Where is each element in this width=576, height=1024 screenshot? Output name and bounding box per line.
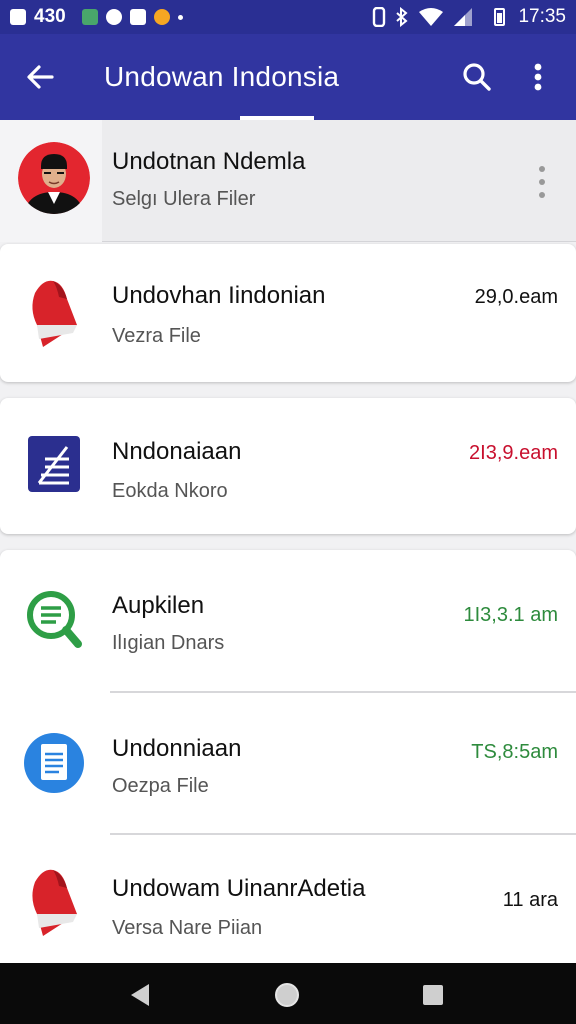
system-nav-bar [0,963,576,1024]
contact-name: Undotnan Ndemla [112,148,306,175]
app-bar: Undowan Indonsia [0,34,576,120]
list-item-title: Undovhan Iindonian [112,282,326,309]
status-bar: 430 17:35 [0,0,576,34]
list-item[interactable]: Aupkilen Ilıgian Dnars 1I3,3.1 am [0,550,576,692]
square-recents-icon [423,985,443,1005]
avatar[interactable] [18,142,90,214]
list-item-title: Aupkilen [112,592,205,619]
status-time: 17:35 [518,6,566,27]
list-item-title: Undowam UinanrAdetia [112,875,366,902]
list-group-card: Aupkilen Ilıgian Dnars 1I3,3.1 am Undonn… [0,550,576,970]
list-item-icon [20,430,88,498]
list-item-time: 2I3,9.eam [469,442,558,464]
status-right: 17:35 [372,6,566,28]
list-item-icon [20,586,88,654]
battery-icon [494,8,506,26]
wifi-icon [419,8,444,26]
arrow-back-icon [27,65,54,89]
back-button[interactable] [0,34,80,120]
list-item-icon [20,729,88,797]
red-flag-icon [32,280,77,347]
list-item-title: Nndonaiaan [112,438,242,465]
person-avatar-icon [18,142,90,214]
list-item-title: Undonniaan [112,735,242,762]
contact-subtitle: Selgı Ulera Filer [112,188,256,210]
facebook-icon [129,9,146,25]
search-button[interactable] [456,56,498,98]
list-item[interactable]: Undonniaan Oezpa File TS,8:5am [0,693,576,833]
app-notification-icon [81,9,98,25]
list-item-time: 11 ara [502,889,558,911]
nav-home-button[interactable] [267,975,307,1015]
contact-menu-button[interactable] [530,160,554,204]
list-item-subtitle: Vezra File [112,325,201,347]
bluetooth-icon [396,7,409,27]
list-item-time: 1I3,3.1 am [463,604,558,626]
list-item-subtitle: Oezpa File [112,775,209,797]
triangle-back-icon [131,984,149,1006]
list-item-subtitle: Versa Nare Piian [112,917,263,939]
messenger-icon [105,9,122,25]
more-vert-icon [539,166,545,198]
list-item[interactable]: Undowam UinanrAdetia Versa Nare Piian 11… [0,835,576,965]
red-flag-icon [32,869,77,936]
status-left: 430 [10,6,183,28]
overflow-menu-button[interactable] [520,56,556,98]
list-item-card[interactable]: Nndonaiaan Eokda Nkoro 2I3,9.eam [0,398,576,534]
list-item-time: 29,0.eam [474,286,558,308]
nav-back-button[interactable] [120,975,160,1015]
list-item-card[interactable]: Undovhan Iindonian Vezra File 29,0.eam [0,244,576,382]
contact-highlight [102,120,576,242]
list-item-icon [20,280,88,348]
status-left-text: 430 [34,6,66,27]
green-search-doc-icon [27,591,82,648]
contact-header[interactable]: Undotnan Ndemla Selgı Ulera Filer [0,120,576,242]
list-item-time: TS,8:5am [471,741,558,763]
document-lines-icon [28,436,80,492]
blue-document-icon [24,733,84,793]
signal-icon [454,8,473,26]
more-vert-icon [534,63,542,91]
list-item-subtitle: Eokda Nkoro [112,480,228,502]
page-title: Undowan Indonsia [104,61,340,92]
vibrate-icon [373,7,386,27]
search-icon [463,63,491,91]
coin-icon [153,9,170,25]
nav-recents-button[interactable] [413,975,453,1015]
circle-home-icon [275,983,299,1007]
notification-icon [10,9,26,25]
list-item-subtitle: Ilıgian Dnars [112,632,225,654]
list-item-icon [20,869,88,937]
more-notifications-icon [177,14,183,20]
